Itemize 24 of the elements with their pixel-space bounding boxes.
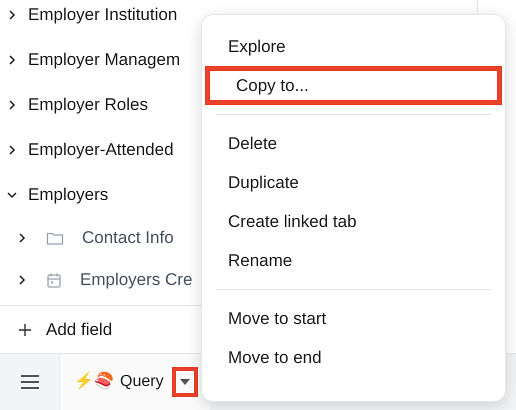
tree-item[interactable]: Employer Institution [28, 2, 178, 28]
tree-item[interactable]: Contact Info [82, 225, 174, 251]
menu-icon [20, 374, 40, 390]
tab-dropdown-button[interactable] [172, 367, 198, 397]
tree-item[interactable]: Employers Cre [80, 267, 192, 293]
tree-item[interactable]: Employer Roles [28, 92, 148, 118]
query-tab[interactable]: ⚡🍣 Query [60, 354, 210, 410]
menu-item[interactable]: Copy to... [205, 66, 502, 105]
tab-label: Query [120, 372, 164, 392]
plus-icon [18, 322, 32, 336]
tree-item[interactable]: Employer Managem [28, 46, 180, 72]
tab-label: ⚡🍣 [74, 370, 114, 392]
tree-item[interactable]: Employers [28, 182, 108, 208]
menu-item[interactable]: Explore [202, 27, 505, 66]
menu-item[interactable]: Duplicate [202, 163, 505, 202]
calendar-icon [46, 272, 62, 288]
caret-down-icon [180, 379, 190, 385]
folder-icon [46, 230, 64, 246]
menu-item[interactable]: Delete [202, 124, 505, 163]
add-field-button[interactable]: Add field [46, 316, 112, 342]
menu-item[interactable]: Move to start [202, 299, 505, 338]
menu-item[interactable]: Rename [202, 241, 505, 280]
tree-item[interactable]: Employer-Attended [28, 136, 174, 162]
menu-item[interactable]: Create linked tab [202, 202, 505, 241]
